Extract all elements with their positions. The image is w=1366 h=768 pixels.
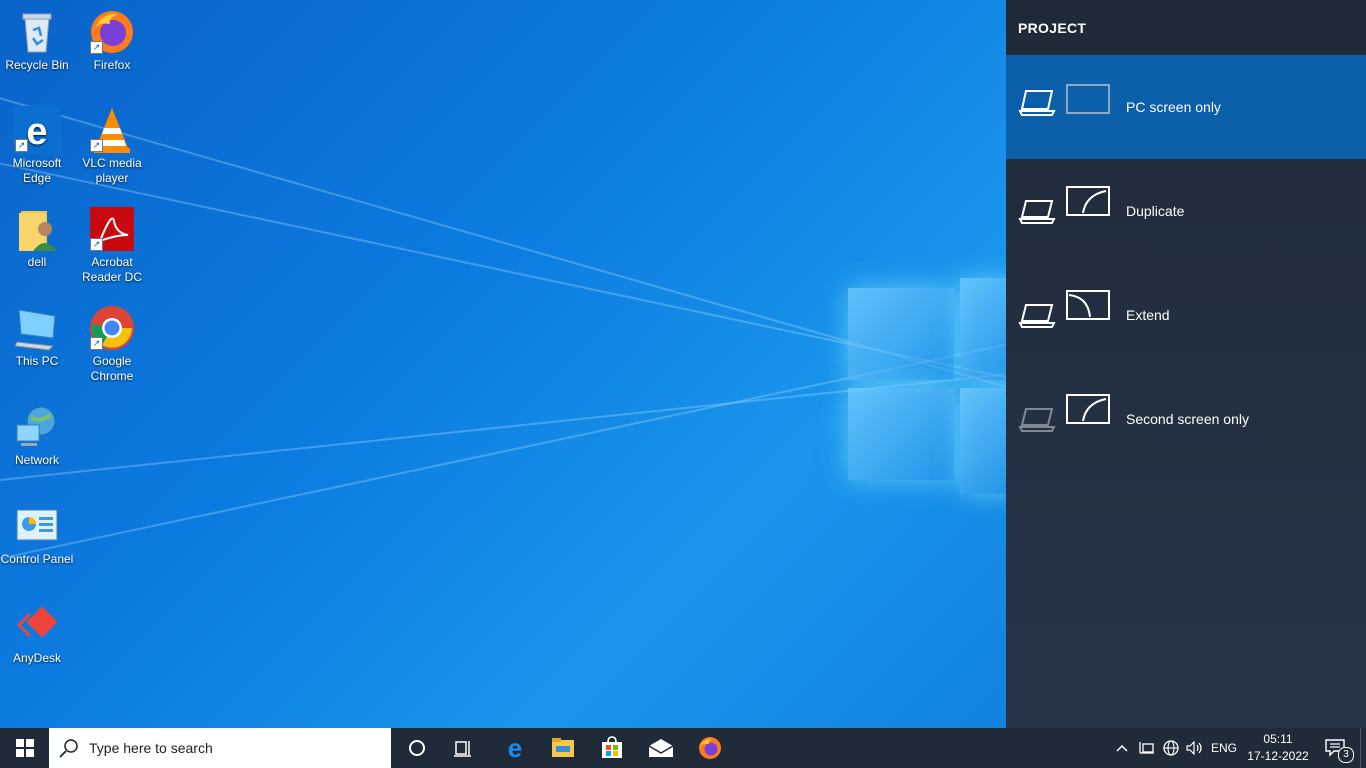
- file-explorer-icon: [552, 738, 574, 757]
- acrobat-icon: ↗: [88, 205, 136, 253]
- project-option-duplicate[interactable]: Duplicate: [1006, 159, 1366, 263]
- edge-icon: e ↗: [13, 106, 61, 154]
- desktop-icon-label: AnyDesk: [12, 651, 62, 665]
- desktop-icon-firefox[interactable]: ↗ Firefox: [74, 8, 150, 73]
- language-indicator: ENG: [1210, 741, 1237, 755]
- taskbar-search-box[interactable]: Type here to search: [49, 728, 391, 768]
- globe-icon: [1163, 740, 1179, 756]
- desktop-icon-acrobat[interactable]: ↗ Acrobat Reader DC: [74, 205, 150, 285]
- desktop-icon-this-pc[interactable]: This PC: [0, 304, 75, 369]
- chevron-up-icon: [1116, 744, 1128, 752]
- desktop-icon-recycle-bin[interactable]: Recycle Bin: [0, 8, 75, 73]
- search-placeholder: Type here to search: [89, 740, 213, 756]
- task-view-button[interactable]: [441, 728, 485, 768]
- desktop-icon-edge[interactable]: e ↗ Microsoft Edge: [0, 106, 75, 186]
- shortcut-arrow-icon: ↗: [90, 139, 103, 152]
- taskbar-file-explorer-button[interactable]: [541, 728, 585, 768]
- edge-icon: e: [508, 736, 522, 760]
- desktop-icon-vlc[interactable]: ↗ VLC media player: [74, 106, 150, 186]
- taskbar-mail-button[interactable]: [639, 728, 683, 768]
- show-hidden-icons-button[interactable]: [1112, 728, 1132, 768]
- desktop-icon-anydesk[interactable]: AnyDesk: [0, 601, 75, 666]
- store-icon: [602, 736, 622, 758]
- desktop-icon-label: Control Panel: [0, 552, 74, 566]
- shortcut-arrow-icon: ↗: [90, 41, 103, 54]
- windows-start-icon: [15, 739, 34, 757]
- option-label: Extend: [1126, 307, 1170, 323]
- project-option-extend[interactable]: Extend: [1006, 263, 1366, 367]
- shortcut-arrow-icon: ↗: [15, 139, 28, 152]
- anydesk-icon: [13, 601, 61, 649]
- desktop-icon-control-panel[interactable]: Control Panel: [0, 502, 75, 567]
- desktop-icon-label: VLC media player: [82, 156, 142, 185]
- second-screen-only-icon: [1018, 394, 1110, 432]
- desktop-icon-label: Network: [14, 453, 59, 467]
- desktop-icon-label: Recycle Bin: [5, 58, 69, 72]
- action-center-button[interactable]: 3: [1318, 728, 1354, 768]
- duplicate-icon: [1018, 186, 1110, 224]
- taskbar-store-button[interactable]: [590, 728, 634, 768]
- desktop-icon-label: Acrobat Reader DC: [81, 255, 143, 284]
- panel-title: PROJECT: [1018, 20, 1087, 36]
- taskbar-edge-button[interactable]: e: [493, 728, 537, 768]
- search-icon: [59, 739, 78, 758]
- option-label: PC screen only: [1126, 99, 1221, 115]
- desktop-icon-label: Firefox: [93, 58, 131, 72]
- network-icon: [13, 403, 61, 451]
- shortcut-arrow-icon: ↗: [90, 337, 103, 350]
- desktop-icon-label: Google Chrome: [90, 354, 134, 383]
- vlc-icon: ↗: [88, 106, 136, 154]
- clock-date: 17-12-2022: [1247, 749, 1309, 763]
- recycle-bin-icon: [13, 8, 61, 56]
- clock-time: 05:11: [1263, 732, 1293, 746]
- windows-wallpaper-logo: [848, 270, 1020, 500]
- start-button[interactable]: [0, 728, 49, 768]
- pc-screen-only-icon: [1018, 84, 1110, 116]
- svg-text:e: e: [508, 736, 522, 760]
- desktop-icon-dell[interactable]: dell: [0, 205, 75, 270]
- desktop-icon-label: This PC: [15, 354, 59, 368]
- tray-clock[interactable]: 05:11 17-12-2022: [1244, 728, 1312, 768]
- control-panel-icon: [13, 502, 61, 550]
- user-folder-icon: [13, 205, 61, 253]
- taskbar-firefox-button[interactable]: [688, 728, 732, 768]
- svg-text:e: e: [26, 111, 47, 153]
- show-desktop-button[interactable]: [1360, 728, 1361, 768]
- desktop-icon-label: Microsoft Edge: [12, 156, 62, 185]
- shortcut-arrow-icon: ↗: [90, 238, 103, 251]
- mail-icon: [648, 739, 674, 757]
- desktop-icon-label: dell: [27, 255, 47, 269]
- this-pc-icon: [13, 304, 61, 352]
- project-option-second-screen-only[interactable]: Second screen only: [1006, 367, 1366, 471]
- option-label: Duplicate: [1126, 203, 1185, 219]
- device-icon: [1139, 742, 1154, 754]
- option-label: Second screen only: [1126, 411, 1249, 427]
- task-view-icon: [454, 741, 471, 757]
- taskbar: Type here to search e ENG 05:11 17-12-20…: [0, 728, 1366, 768]
- desktop-icon-chrome[interactable]: ↗ Google Chrome: [74, 304, 150, 384]
- tray-language-button[interactable]: ENG: [1208, 728, 1240, 768]
- project-panel: PROJECT PC screen only Duplicate Extend …: [1006, 0, 1366, 728]
- tray-network-button[interactable]: [1160, 728, 1182, 768]
- desktop-icon-network[interactable]: Network: [0, 403, 75, 468]
- cortana-button[interactable]: [395, 728, 439, 768]
- cortana-icon: [409, 740, 425, 756]
- tray-device-button[interactable]: [1136, 728, 1158, 768]
- project-option-pc-screen-only[interactable]: PC screen only: [1006, 55, 1366, 159]
- speaker-icon: [1186, 741, 1202, 755]
- tray-volume-button[interactable]: [1184, 728, 1206, 768]
- notification-count-badge: 3: [1338, 747, 1354, 763]
- firefox-icon: [699, 737, 721, 759]
- chrome-icon: ↗: [88, 304, 136, 352]
- extend-icon: [1018, 290, 1110, 328]
- firefox-icon: ↗: [88, 8, 136, 56]
